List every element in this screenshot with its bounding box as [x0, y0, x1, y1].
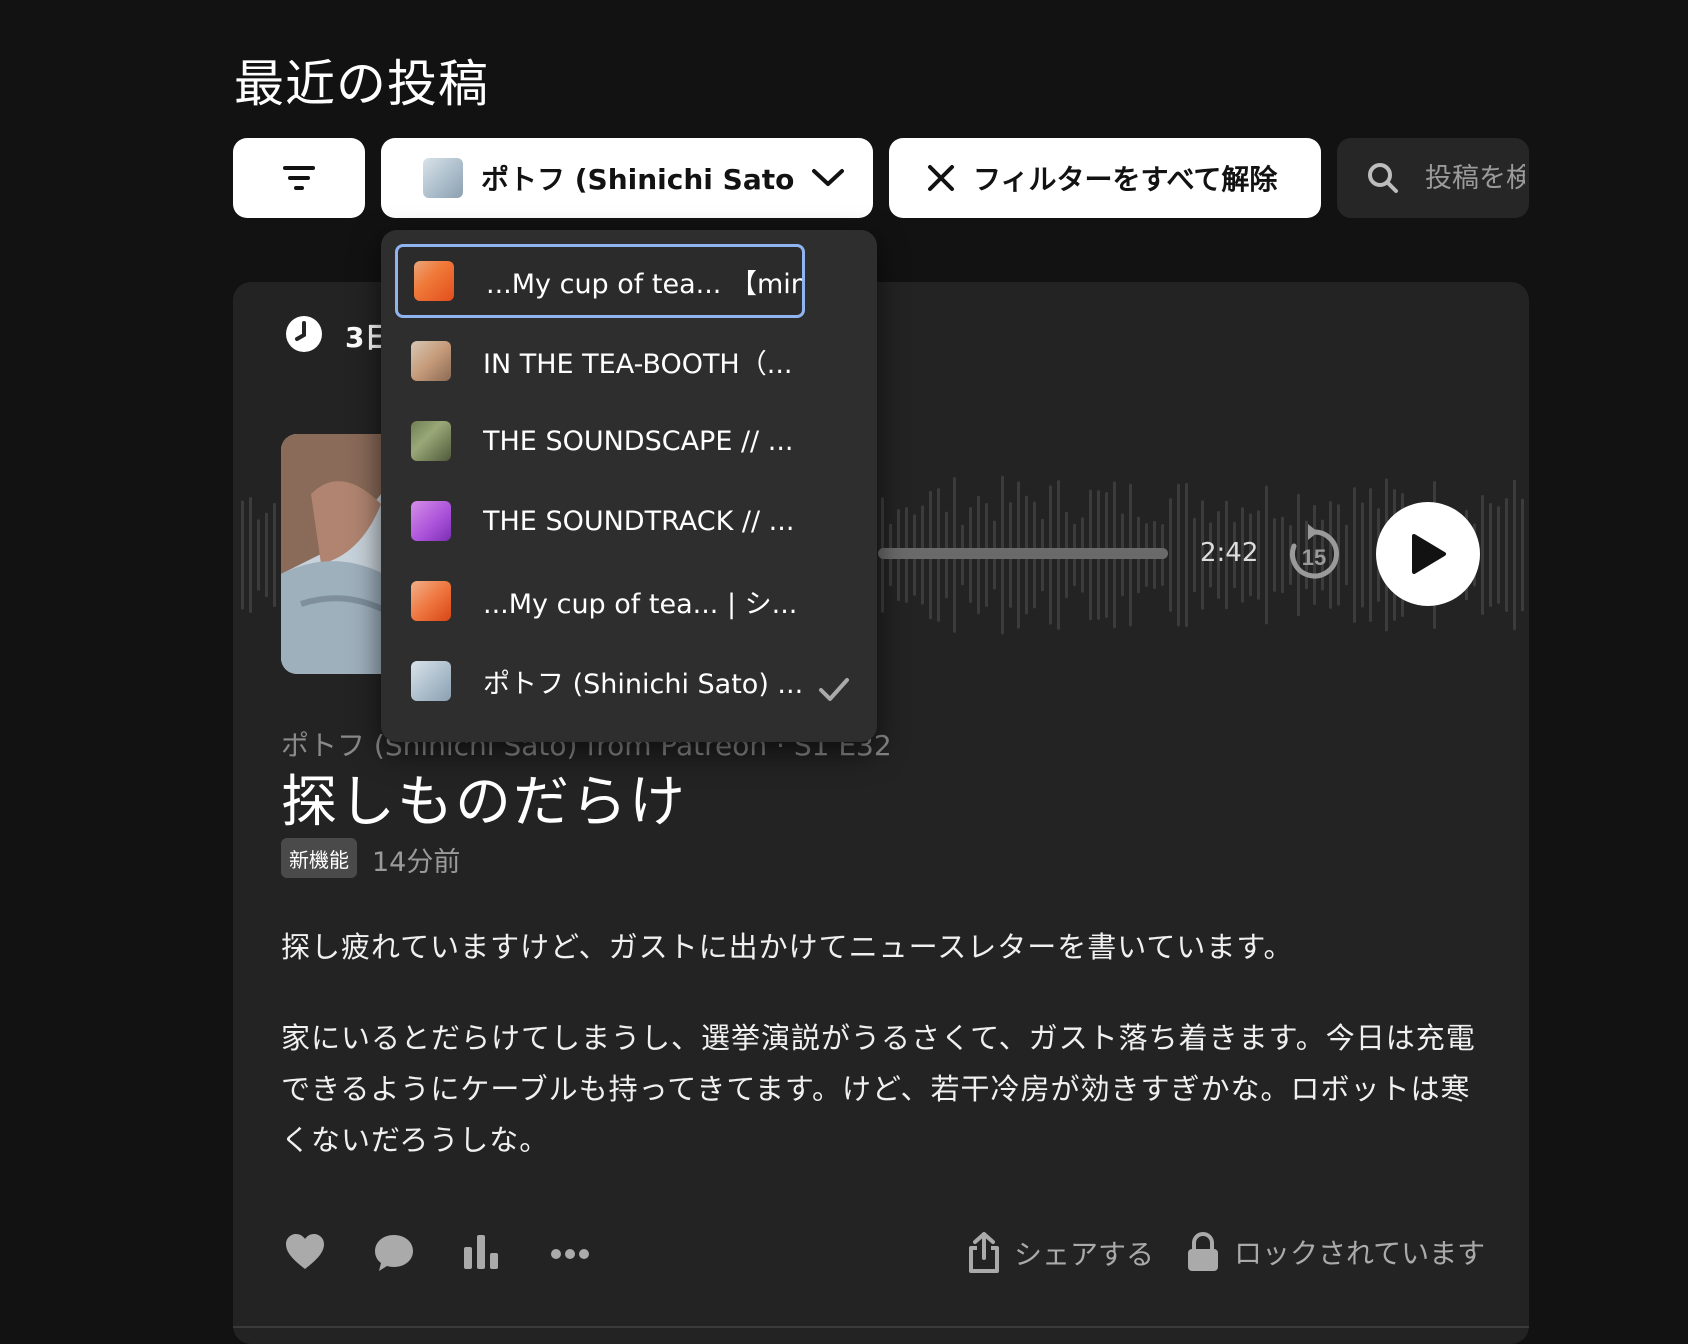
- lock-icon: [1188, 1232, 1218, 1271]
- dropdown-item-label: THE SOUNDTRACK // ...: [483, 505, 795, 537]
- new-feature-badge: 新機能: [281, 838, 357, 878]
- dropdown-item-selected[interactable]: ポトフ (Shinichi Sato) ...: [395, 644, 805, 718]
- dropdown-item[interactable]: ...My cup of tea... | シ...: [395, 564, 805, 638]
- waveform-bar: [1353, 487, 1356, 623]
- skip-seconds-label: 15: [1302, 545, 1326, 570]
- waveform-bar: [1177, 483, 1180, 627]
- waveform-bar: [1185, 482, 1188, 628]
- post-body: 探し疲れていますけど、ガストに出かけてニュースレターを書いています。 家にいると…: [281, 922, 1491, 1206]
- checkmark-icon: [819, 678, 849, 701]
- playback-duration: 2:42: [1200, 538, 1259, 568]
- creator-thumbnail: [411, 421, 451, 461]
- waveform-bar: [257, 519, 260, 591]
- more-options-icon[interactable]: [550, 1248, 590, 1260]
- post-posted-ago: 14分前: [372, 847, 461, 878]
- page-title: 最近の投稿: [234, 55, 489, 113]
- locked-status: ロックされています: [1186, 1232, 1485, 1272]
- creator-select[interactable]: ポトフ (Shinichi Sato)...: [381, 138, 873, 218]
- creator-thumbnail: [414, 261, 454, 301]
- waveform-bar: [1489, 503, 1492, 607]
- waveform-bar: [1361, 502, 1364, 608]
- share-icon: [969, 1232, 999, 1273]
- creator-thumbnail: [411, 581, 451, 621]
- clear-all-filters-label: フィルターをすべて解除: [973, 163, 1278, 196]
- play-icon: [1412, 534, 1446, 574]
- like-heart-icon[interactable]: [284, 1233, 326, 1271]
- waveform-bar: [1345, 524, 1348, 586]
- comment-icon[interactable]: [373, 1233, 415, 1273]
- dropdown-item[interactable]: THE SOUNDSCAPE // ...: [395, 404, 805, 478]
- playback-progress-bar[interactable]: [878, 548, 1168, 559]
- waveform-bar: [1521, 498, 1524, 612]
- waveform-bar: [1481, 494, 1484, 616]
- search-icon: [1368, 163, 1398, 193]
- waveform-bar: [265, 512, 268, 598]
- filter-icon: [283, 166, 315, 190]
- dropdown-item-label: ...My cup of tea... 【mini】: [486, 268, 802, 300]
- dropdown-item[interactable]: THE SOUNDTRACK // ...: [395, 484, 805, 558]
- insights-bar-chart-icon[interactable]: [462, 1233, 502, 1271]
- dropdown-item[interactable]: ...My cup of tea... 【mini】: [395, 244, 805, 318]
- waveform-bar: [1505, 498, 1508, 612]
- skip-back-15-icon[interactable]: 15: [1286, 522, 1342, 582]
- waveform-bar: [273, 502, 276, 608]
- chevron-down-icon: [812, 169, 844, 186]
- search-box[interactable]: [1337, 138, 1529, 218]
- card-divider: [233, 1326, 1529, 1328]
- dropdown-item[interactable]: IN THE TEA-BOOTH（...: [395, 324, 805, 398]
- waveform-bar: [1265, 485, 1268, 625]
- creator-avatar: [423, 158, 463, 198]
- filter-button[interactable]: [233, 138, 365, 218]
- locked-label: ロックされています: [1234, 1237, 1486, 1270]
- dropdown-item-label: ...My cup of tea... | シ...: [483, 588, 798, 620]
- waveform-bar: [249, 496, 252, 614]
- waveform-bar: [1281, 516, 1284, 594]
- dropdown-item-label: IN THE TEA-BOOTH（...: [483, 348, 793, 380]
- waveform-bar: [1273, 518, 1276, 592]
- waveform-bar: [1513, 479, 1516, 631]
- share-button[interactable]: シェアする: [968, 1232, 1154, 1274]
- dropdown-item-label: ポトフ (Shinichi Sato) ...: [483, 668, 804, 700]
- waveform-bar: [1497, 506, 1500, 604]
- post-body-paragraph: 家にいるとだらけてしまうし、選挙演説がうるさくて、ガスト落ち着きます。今日は充電…: [281, 1021, 1476, 1157]
- play-button[interactable]: [1376, 502, 1480, 606]
- clear-all-filters-button[interactable]: フィルターをすべて解除: [889, 138, 1321, 218]
- post-title[interactable]: 探しものだらけ: [281, 757, 687, 838]
- waveform-bar: [1193, 517, 1196, 593]
- dropdown-item-label: THE SOUNDSCAPE // ...: [483, 425, 794, 457]
- post-body-paragraph: 探し疲れていますけど、ガストに出かけてニュースレターを書いています。: [281, 930, 1294, 964]
- creator-thumbnail: [411, 661, 451, 701]
- creator-thumbnail: [411, 501, 451, 541]
- creator-dropdown-menu: ...My cup of tea... 【mini】 IN THE TEA-BO…: [381, 230, 877, 742]
- creator-select-label: ポトフ (Shinichi Sato)...: [481, 163, 795, 196]
- close-icon: [928, 165, 954, 191]
- waveform-bar: [1369, 488, 1372, 622]
- waveform-bar: [1169, 498, 1172, 612]
- search-input[interactable]: [1423, 161, 1527, 195]
- waveform-bar: [241, 500, 244, 610]
- creator-thumbnail: [411, 341, 451, 381]
- share-label: シェアする: [1014, 1238, 1155, 1271]
- clock-icon: [286, 316, 322, 352]
